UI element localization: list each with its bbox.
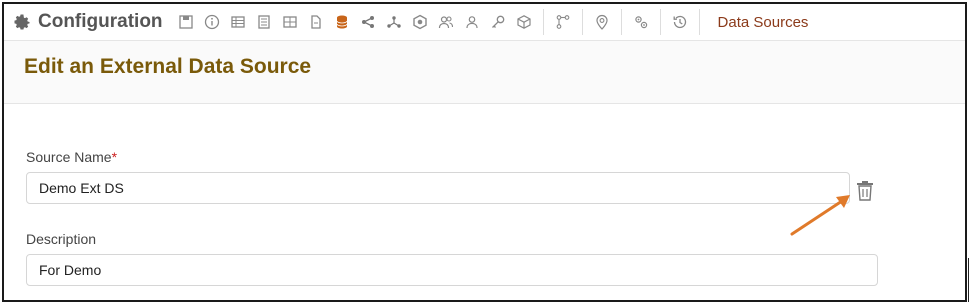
- table-icon[interactable]: [227, 11, 249, 33]
- cube-icon[interactable]: [513, 11, 535, 33]
- database-icon[interactable]: [331, 11, 353, 33]
- user-icon[interactable]: [461, 11, 483, 33]
- toolbar-divider: [581, 9, 583, 35]
- file-icon[interactable]: [305, 11, 327, 33]
- toolbar-divider: [698, 9, 700, 35]
- required-marker: *: [111, 149, 118, 165]
- info-icon[interactable]: [201, 11, 223, 33]
- description-input[interactable]: For Demo: [26, 254, 878, 286]
- page-header: Edit an External Data Source: [4, 40, 965, 104]
- key-icon[interactable]: [487, 11, 509, 33]
- save-icon[interactable]: [175, 11, 197, 33]
- node-link-icon[interactable]: [552, 11, 574, 33]
- window-frame: Configuration Data Sources Edit an Exter…: [2, 2, 967, 302]
- network-icon[interactable]: [383, 11, 405, 33]
- pointer-arrow: [790, 195, 850, 236]
- toolbar-divider: [542, 9, 544, 35]
- map-pin-icon[interactable]: [591, 11, 613, 33]
- text-cursor: [968, 258, 969, 302]
- users-icon[interactable]: [435, 11, 457, 33]
- page-title: Edit an External Data Source: [24, 55, 312, 78]
- history-icon[interactable]: [669, 11, 691, 33]
- gear-icon: [14, 14, 30, 30]
- toolbar-divider: [659, 9, 661, 35]
- hex-nut-icon[interactable]: [409, 11, 431, 33]
- source-name-input[interactable]: Demo Ext DS: [26, 172, 850, 204]
- description-label: Description: [26, 231, 97, 247]
- configuration-title[interactable]: Configuration: [4, 11, 163, 33]
- configuration-label: Configuration: [38, 11, 163, 32]
- share-icon[interactable]: [357, 11, 379, 33]
- cogs-icon[interactable]: [630, 11, 652, 33]
- grid-icon[interactable]: [279, 11, 301, 33]
- toolbar: Configuration Data Sources: [4, 4, 965, 40]
- toolbar-divider: [620, 9, 622, 35]
- data-sources-link[interactable]: Data Sources: [706, 14, 809, 31]
- document-lines-icon[interactable]: [253, 11, 275, 33]
- source-name-label: Source Name*: [26, 149, 118, 165]
